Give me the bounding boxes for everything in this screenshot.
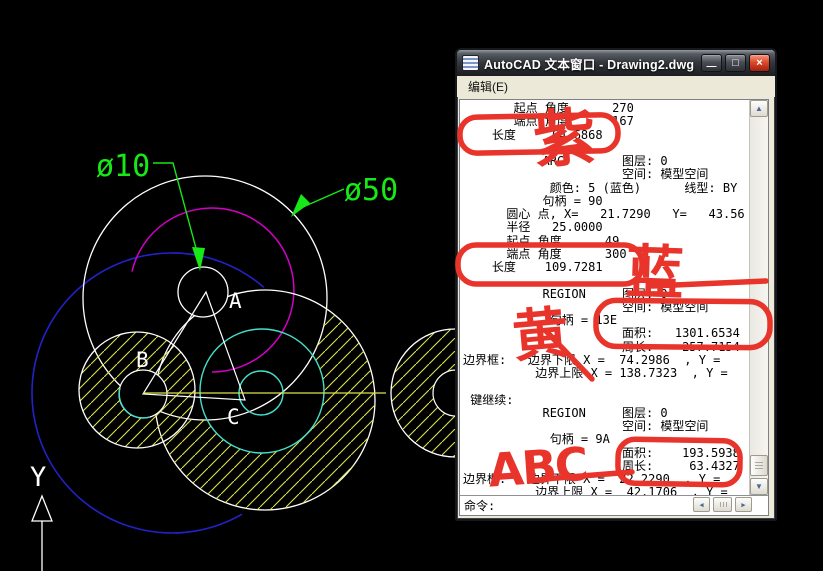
- ucs-icon: Y: [30, 462, 53, 571]
- scroll-up-button[interactable]: ▲: [750, 100, 768, 117]
- dim-o50-leader[interactable]: [302, 188, 345, 208]
- console-line: 边界框: 边界下限 X = 74.2986 , Y =: [463, 353, 721, 367]
- console-line: 边界上限 X = 42.1706 , Y =: [463, 486, 728, 495]
- window-title: AutoCAD 文本窗口 - Drawing2.dwg: [484, 57, 695, 72]
- window-body: 起点 角度 270 端点 角度 167 长度 64.6868 ARC 图层: 0…: [457, 97, 775, 519]
- console-line: 周长: 63.4327: [463, 459, 740, 473]
- console-line: 颜色: 5 (蓝色) 线型: BY: [463, 181, 738, 195]
- scroll-down-button[interactable]: ▼: [750, 478, 768, 495]
- vertical-scroll-thumb[interactable]: [750, 455, 768, 476]
- console-history: 起点 角度 270 端点 角度 167 长度 64.6868 ARC 图层: 0…: [460, 100, 768, 495]
- console-line: 空间: 模型空间: [463, 300, 709, 314]
- dimension-o10[interactable]: ø10: [96, 149, 205, 271]
- titlebar[interactable]: AutoCAD 文本窗口 - Drawing2.dwg — □ ×: [457, 50, 775, 76]
- dimension-o50[interactable]: ø50: [291, 173, 398, 217]
- scroll-up-icon: ▲: [755, 104, 763, 113]
- scroll-right-icon: ▶: [741, 500, 746, 509]
- console-line: 边界上限 X = 138.7323 , Y =: [463, 367, 728, 380]
- console-line: 起点 角度 49: [463, 234, 620, 248]
- console-line: 面积: 1301.6534: [463, 327, 740, 341]
- console-line: 起点 角度 270: [463, 102, 634, 115]
- console-line: 端点 角度 300: [463, 247, 627, 261]
- menubar: 编辑(E): [457, 76, 775, 97]
- scroll-down-icon: ▼: [755, 482, 763, 491]
- console-line: REGION 图层: 0: [463, 406, 668, 420]
- circle-a-inner[interactable]: [177, 266, 229, 318]
- command-line[interactable]: 命令: ◀ ▶: [460, 495, 768, 515]
- console-line: 面积: 193.5938: [463, 446, 740, 460]
- ucs-arrowhead-icon: [31, 494, 53, 522]
- command-prompt: 命令:: [464, 499, 496, 513]
- console-line: 句柄 = 9A: [463, 433, 610, 447]
- ucs-y-label: Y: [30, 462, 46, 493]
- console: 起点 角度 270 端点 角度 167 长度 64.6868 ARC 图层: 0…: [459, 99, 769, 516]
- console-line: 句柄 = 90: [463, 194, 603, 208]
- vertical-scrollbar[interactable]: ▲ ▼: [749, 100, 768, 495]
- horizontal-scrollbar[interactable]: ◀ ▶: [693, 497, 752, 512]
- dim-o50-text[interactable]: ø50: [344, 173, 398, 208]
- console-line: 端点 角度 167: [463, 115, 634, 129]
- console-line: 圆心 点, X= 21.7290 Y= 43.56: [463, 208, 745, 221]
- console-line: 句柄 = 13E: [463, 314, 618, 327]
- console-line: REGION 图层: 0: [463, 287, 668, 301]
- maximize-icon: □: [732, 56, 739, 69]
- scroll-right-button[interactable]: ▶: [735, 497, 752, 512]
- console-line: 半径 25.0000: [463, 221, 603, 235]
- horizontal-scroll-thumb[interactable]: [713, 497, 732, 512]
- maximize-button[interactable]: □: [725, 54, 746, 72]
- window-icon: [462, 55, 479, 71]
- console-line: 边界框: 边界下限 X = 22.2290 , Y =: [463, 473, 721, 486]
- text-window: AutoCAD 文本窗口 - Drawing2.dwg — □ × 编辑(E) …: [455, 48, 777, 521]
- label-point-c[interactable]: C: [227, 405, 240, 429]
- minimize-icon: —: [706, 61, 717, 72]
- console-line: 长度 109.7281: [463, 261, 603, 274]
- console-text-area[interactable]: 起点 角度 270 端点 角度 167 长度 64.6868 ARC 图层: 0…: [460, 100, 749, 495]
- label-point-a[interactable]: A: [229, 289, 242, 313]
- window-controls: — □ ×: [701, 54, 770, 72]
- cyan-circle-c-outer[interactable]: [199, 328, 325, 454]
- minimize-button[interactable]: —: [701, 54, 722, 72]
- dim-o10-text[interactable]: ø10: [96, 149, 150, 184]
- console-line: 空间: 模型空间: [463, 168, 709, 182]
- close-icon: ×: [756, 56, 763, 69]
- console-line: 长度 64.6868: [463, 128, 603, 142]
- close-button[interactable]: ×: [749, 54, 770, 72]
- scroll-left-button[interactable]: ◀: [693, 497, 710, 512]
- console-line: 周长: 257.7154: [463, 340, 740, 354]
- autocad-screen: A B C ø10 ø50 Y AutoCAD 文本窗口 - Drawing2.…: [0, 0, 823, 571]
- label-point-b[interactable]: B: [136, 348, 149, 372]
- console-line: ARC 图层: 0: [463, 155, 668, 168]
- console-line: 空间: 模型空间: [463, 420, 709, 433]
- menu-edit[interactable]: 编辑(E): [464, 77, 512, 96]
- scroll-left-icon: ◀: [699, 500, 704, 509]
- console-line: 键继续:: [463, 393, 514, 407]
